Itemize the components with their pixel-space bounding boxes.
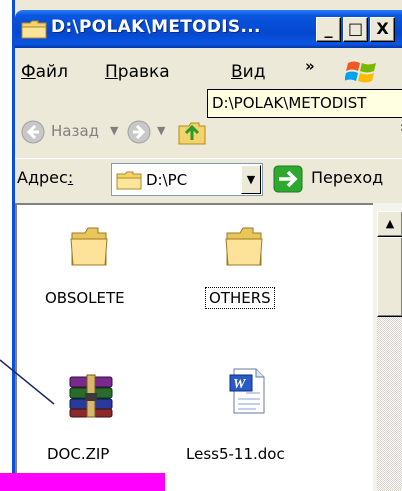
address-value: D:\PC xyxy=(146,171,188,189)
menu-bar: Файл Правка Вид » xyxy=(15,55,402,85)
window-title: D:\POLAK\METODIS... xyxy=(51,17,261,37)
vertical-scrollbar[interactable]: ▲ xyxy=(373,203,402,491)
address-bar: Адрес: D:\PC ▼ Переход xyxy=(15,158,402,202)
back-button-label[interactable]: Назад xyxy=(51,122,99,140)
highlight-bar xyxy=(0,473,165,491)
file-item-doc-zip[interactable]: DOC.ZIP xyxy=(37,363,137,473)
folder-icon xyxy=(225,227,263,266)
folder-icon xyxy=(21,20,47,39)
address-tooltip: D:\POLAK\METODIST xyxy=(207,89,402,118)
folder-icon xyxy=(70,227,108,266)
scroll-thumb[interactable] xyxy=(377,237,402,317)
file-name: Less5-11.doc xyxy=(186,445,285,463)
go-button-label[interactable]: Переход xyxy=(311,168,383,187)
address-dropdown-button[interactable]: ▼ xyxy=(241,165,261,194)
minimize-button[interactable]: _ xyxy=(316,17,341,42)
close-icon: X xyxy=(376,19,389,38)
scroll-track[interactable] xyxy=(377,317,402,491)
file-name: DOC.ZIP xyxy=(47,445,110,463)
file-item-less5-11-doc[interactable]: W Less5-11.doc xyxy=(182,363,312,473)
back-arrow-icon[interactable] xyxy=(21,120,45,144)
maximize-button[interactable]: □ xyxy=(343,17,368,42)
file-name: OBSOLETE xyxy=(45,289,125,307)
folder-icon xyxy=(116,171,142,190)
scroll-up-button[interactable]: ▲ xyxy=(377,211,402,237)
chevron-up-icon: ▲ xyxy=(385,217,395,230)
winrar-archive-icon xyxy=(69,374,113,418)
folder-up-icon[interactable] xyxy=(177,118,207,146)
maximize-icon: □ xyxy=(347,19,364,38)
forward-arrow-icon[interactable] xyxy=(127,120,151,144)
file-name: OTHERS xyxy=(205,287,275,309)
windows-logo-icon xyxy=(345,61,376,83)
menu-file[interactable]: Файл xyxy=(21,62,68,82)
word-document-icon: W xyxy=(229,368,265,414)
menu-overflow-chevron[interactable]: » xyxy=(305,57,315,75)
address-label: Адрес: xyxy=(17,168,74,187)
go-arrow-icon[interactable] xyxy=(273,165,303,193)
chevron-down-icon[interactable]: ▼ xyxy=(110,124,118,137)
address-input[interactable]: D:\PC ▼ xyxy=(111,163,263,196)
explorer-window: D:\POLAK\METODIS... _ □ X Файл Правка Ви… xyxy=(12,0,402,491)
file-list-view: OBSOLETE OTHERS DOC.ZIP W Less5-11.doc xyxy=(15,203,373,491)
svg-text:W: W xyxy=(233,377,247,392)
title-bar[interactable]: D:\POLAK\METODIS... _ □ X xyxy=(15,10,402,48)
file-item-obsolete[interactable]: OBSOLETE xyxy=(37,223,137,323)
menu-edit[interactable]: Правка xyxy=(105,62,170,82)
minimize-icon: _ xyxy=(324,19,333,38)
file-item-others[interactable]: OTHERS xyxy=(192,223,292,323)
menu-view[interactable]: Вид xyxy=(231,62,265,82)
chevron-down-icon[interactable]: ▼ xyxy=(157,124,165,137)
chevron-down-icon: ▼ xyxy=(246,173,256,186)
toolbar: Назад ▼ ▼ » xyxy=(15,112,402,152)
close-button[interactable]: X xyxy=(370,17,395,42)
